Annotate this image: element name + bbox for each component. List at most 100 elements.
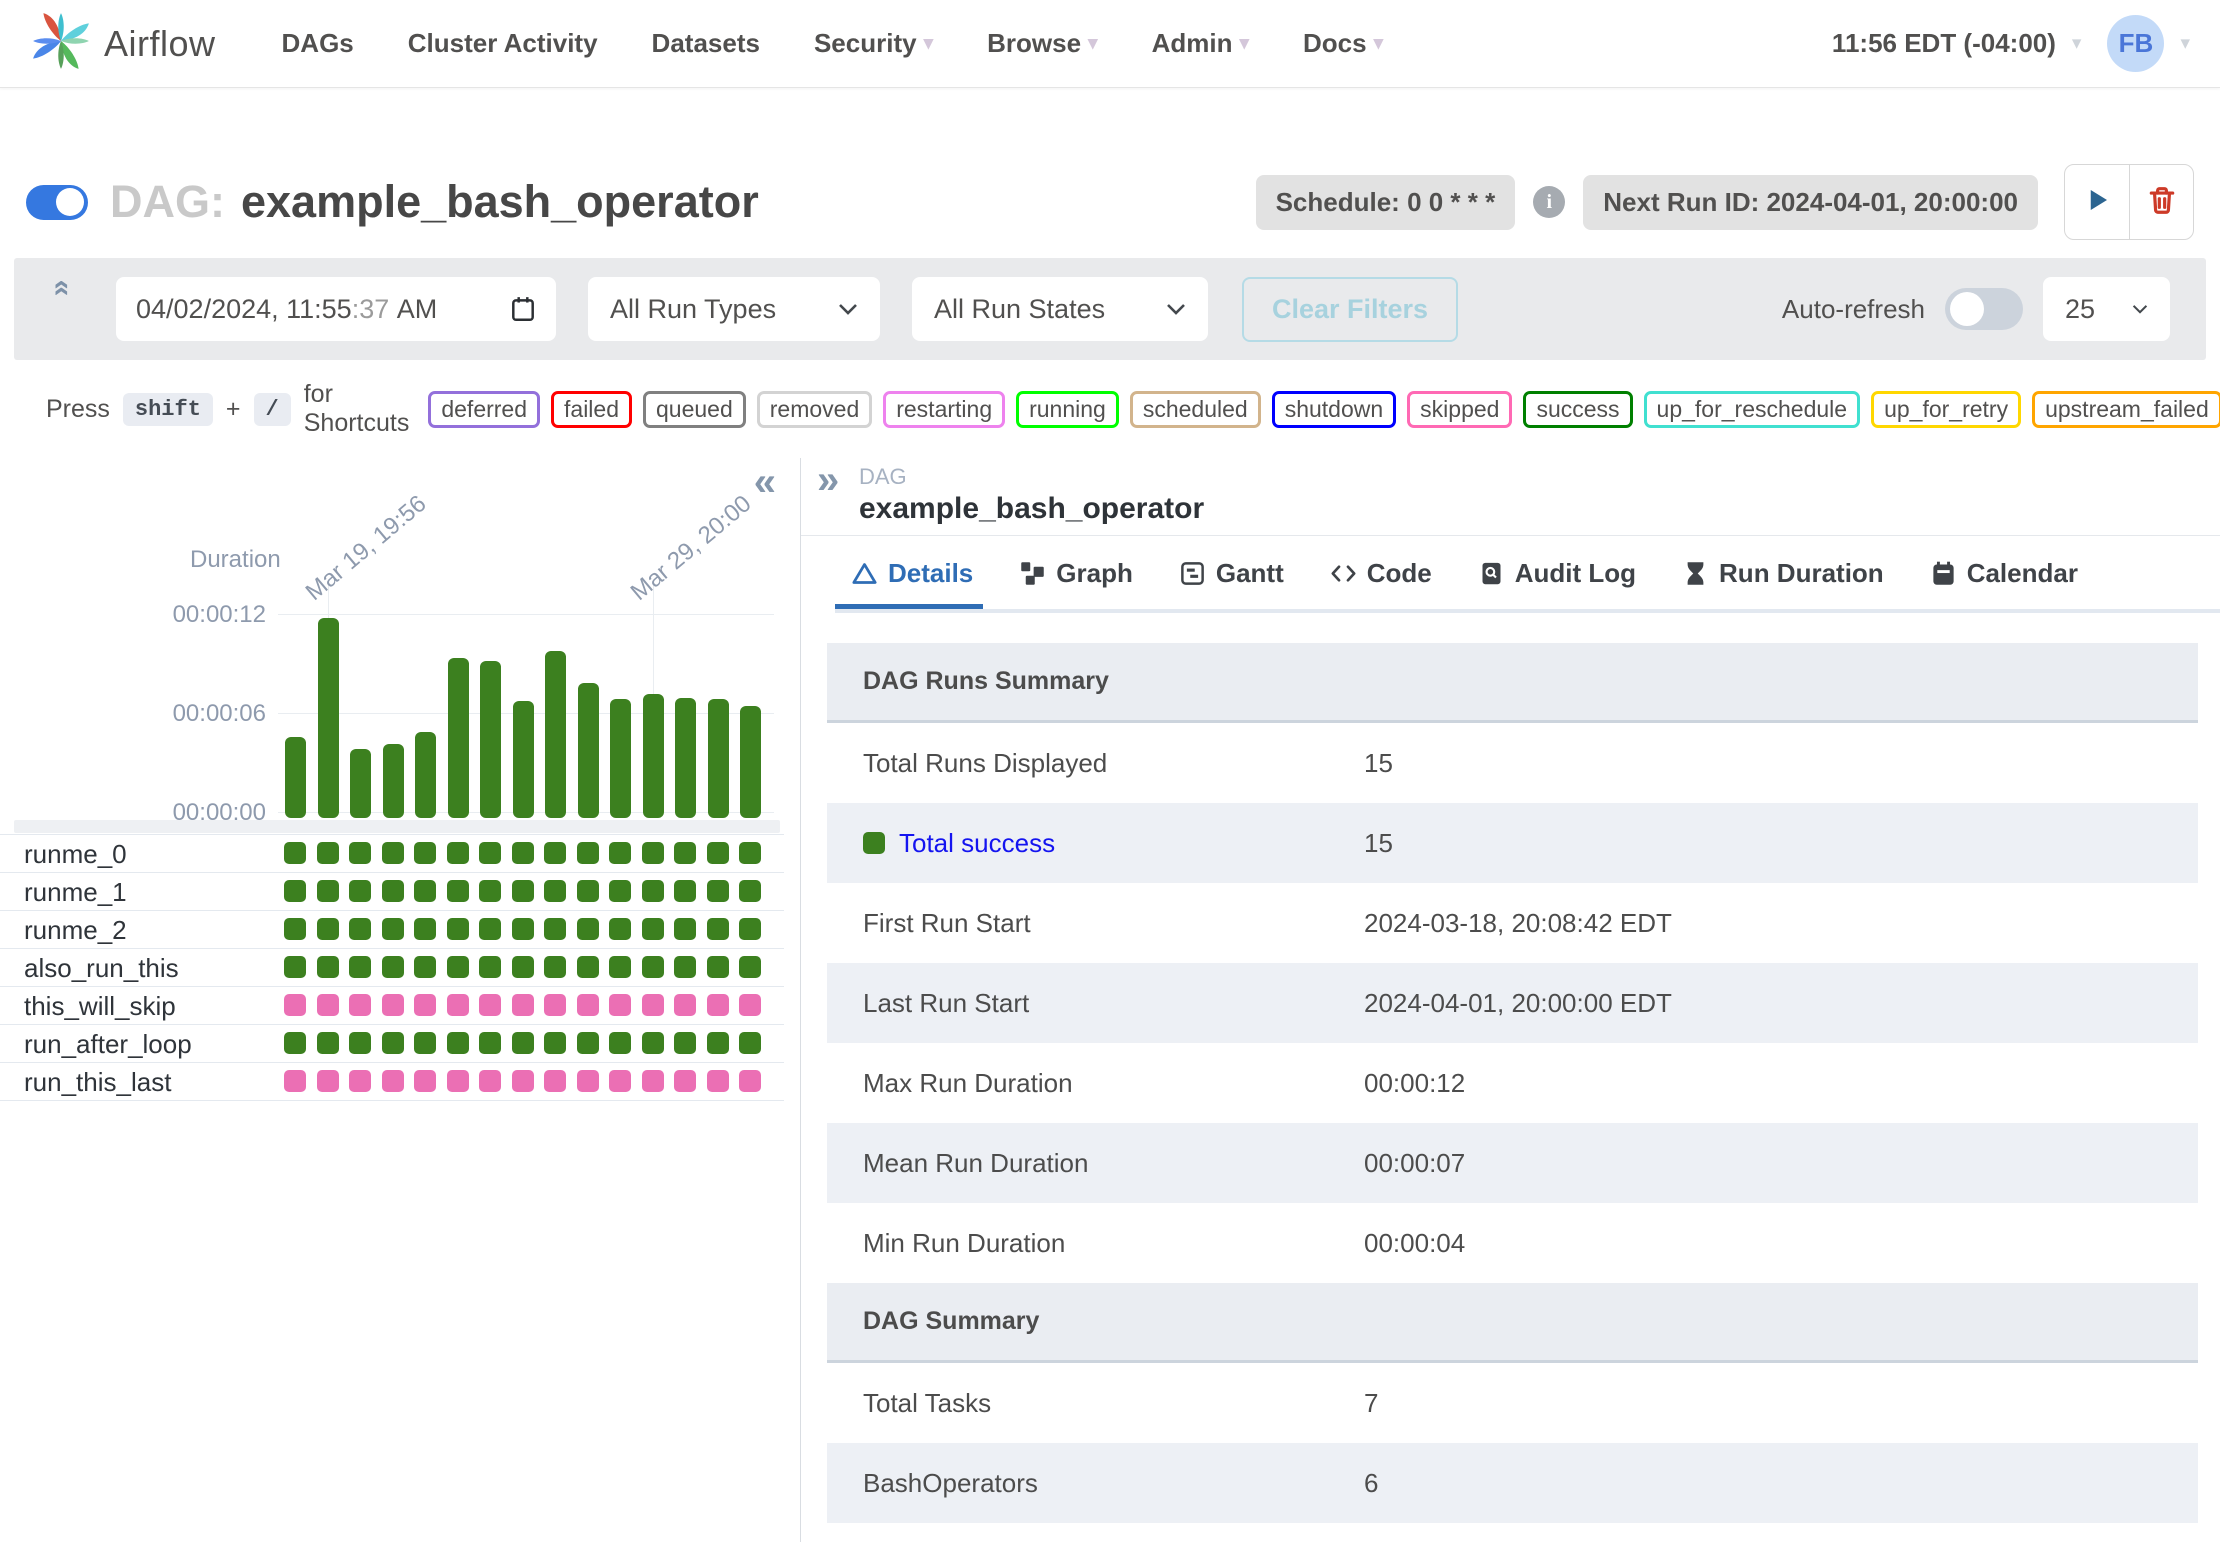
task-instance-square[interactable] [707, 880, 729, 902]
task-instance-square[interactable] [739, 1032, 761, 1054]
task-instance-square[interactable] [512, 1070, 534, 1092]
dag-pause-toggle[interactable] [26, 185, 88, 220]
task-instance-square[interactable] [577, 994, 599, 1016]
task-name[interactable]: runme_2 [24, 915, 127, 946]
task-instance-square[interactable] [447, 842, 469, 864]
base-date-input[interactable]: 04/02/2024, 11:55:37 AM [116, 277, 556, 341]
page-size-select[interactable]: 25 [2043, 277, 2170, 341]
task-instance-square[interactable] [382, 1032, 404, 1054]
tab-code[interactable]: Code [1330, 558, 1432, 589]
task-name[interactable]: runme_0 [24, 839, 127, 870]
task-instance-square[interactable] [349, 994, 371, 1016]
task-instance-square[interactable] [317, 842, 339, 864]
info-icon[interactable]: i [1533, 186, 1565, 218]
task-instance-square[interactable] [674, 880, 696, 902]
task-instance-square[interactable] [609, 918, 631, 940]
total-success-link[interactable]: Total success [899, 828, 1055, 859]
task-instance-square[interactable] [479, 1070, 501, 1092]
task-instance-square[interactable] [317, 956, 339, 978]
task-instance-square[interactable] [414, 1070, 436, 1092]
tab-audit-log[interactable]: Audit Log [1478, 558, 1636, 589]
task-instance-square[interactable] [609, 994, 631, 1016]
task-instance-square[interactable] [544, 1070, 566, 1092]
task-instance-square[interactable] [642, 994, 664, 1016]
task-instance-square[interactable] [512, 994, 534, 1016]
legend-badge-up_for_reschedule[interactable]: up_for_reschedule [1644, 391, 1861, 428]
dag-run-bar[interactable] [480, 661, 501, 818]
task-instance-square[interactable] [317, 994, 339, 1016]
tab-run-duration[interactable]: Run Duration [1682, 558, 1884, 589]
dag-run-bar[interactable] [448, 658, 469, 818]
task-name[interactable]: this_will_skip [24, 991, 176, 1022]
tab-graph[interactable]: Graph [1019, 558, 1133, 589]
legend-badge-removed[interactable]: removed [757, 391, 872, 428]
legend-badge-queued[interactable]: queued [643, 391, 746, 428]
task-instance-square[interactable] [512, 918, 534, 940]
task-instance-square[interactable] [317, 1032, 339, 1054]
task-instance-square[interactable] [674, 956, 696, 978]
task-instance-square[interactable] [707, 1032, 729, 1054]
task-instance-square[interactable] [349, 842, 371, 864]
task-instance-square[interactable] [609, 1070, 631, 1092]
legend-badge-skipped[interactable]: skipped [1407, 391, 1512, 428]
legend-badge-deferred[interactable]: deferred [428, 391, 540, 428]
tab-calendar[interactable]: Calendar [1930, 558, 2078, 589]
task-instance-square[interactable] [674, 842, 696, 864]
task-instance-square[interactable] [609, 880, 631, 902]
task-instance-square[interactable] [642, 918, 664, 940]
task-instance-square[interactable] [479, 1032, 501, 1054]
task-instance-square[interactable] [414, 842, 436, 864]
airflow-brand[interactable]: Airflow [30, 10, 216, 77]
task-instance-square[interactable] [512, 842, 534, 864]
dag-run-bar[interactable] [318, 618, 339, 818]
task-instance-square[interactable] [577, 842, 599, 864]
task-instance-square[interactable] [479, 918, 501, 940]
task-instance-square[interactable] [414, 956, 436, 978]
task-instance-square[interactable] [674, 918, 696, 940]
task-instance-square[interactable] [674, 1070, 696, 1092]
task-instance-square[interactable] [577, 1070, 599, 1092]
task-instance-square[interactable] [447, 880, 469, 902]
task-instance-square[interactable] [479, 956, 501, 978]
task-instance-square[interactable] [577, 918, 599, 940]
task-instance-square[interactable] [707, 842, 729, 864]
task-instance-square[interactable] [544, 994, 566, 1016]
task-instance-square[interactable] [382, 842, 404, 864]
task-instance-square[interactable] [739, 918, 761, 940]
task-instance-square[interactable] [414, 918, 436, 940]
task-instance-square[interactable] [642, 1070, 664, 1092]
task-instance-square[interactable] [674, 994, 696, 1016]
calendar-input-icon[interactable] [510, 295, 536, 323]
avatar[interactable]: FB [2107, 15, 2164, 72]
task-instance-square[interactable] [317, 880, 339, 902]
task-instance-square[interactable] [739, 880, 761, 902]
task-instance-square[interactable] [447, 956, 469, 978]
nav-item-admin[interactable]: Admin▾ [1152, 28, 1249, 59]
task-instance-square[interactable] [642, 1032, 664, 1054]
task-instance-square[interactable] [512, 956, 534, 978]
task-instance-square[interactable] [544, 918, 566, 940]
task-instance-square[interactable] [284, 842, 306, 864]
task-instance-square[interactable] [447, 994, 469, 1016]
task-instance-square[interactable] [479, 880, 501, 902]
task-name[interactable]: runme_1 [24, 877, 127, 908]
nav-item-browse[interactable]: Browse▾ [987, 28, 1097, 59]
task-instance-square[interactable] [414, 994, 436, 1016]
dag-run-bar[interactable] [578, 683, 599, 818]
task-instance-square[interactable] [609, 1032, 631, 1054]
task-instance-square[interactable] [512, 1032, 534, 1054]
task-instance-square[interactable] [349, 880, 371, 902]
legend-badge-up_for_retry[interactable]: up_for_retry [1871, 391, 2021, 428]
task-instance-square[interactable] [382, 956, 404, 978]
task-instance-square[interactable] [707, 1070, 729, 1092]
task-instance-square[interactable] [284, 994, 306, 1016]
task-instance-square[interactable] [414, 880, 436, 902]
task-instance-square[interactable] [479, 994, 501, 1016]
nav-item-dags[interactable]: DAGs [282, 28, 354, 59]
task-instance-square[interactable] [739, 994, 761, 1016]
task-instance-square[interactable] [317, 918, 339, 940]
task-instance-square[interactable] [544, 880, 566, 902]
task-instance-square[interactable] [739, 956, 761, 978]
dag-run-bar[interactable] [643, 694, 664, 818]
task-instance-square[interactable] [707, 956, 729, 978]
